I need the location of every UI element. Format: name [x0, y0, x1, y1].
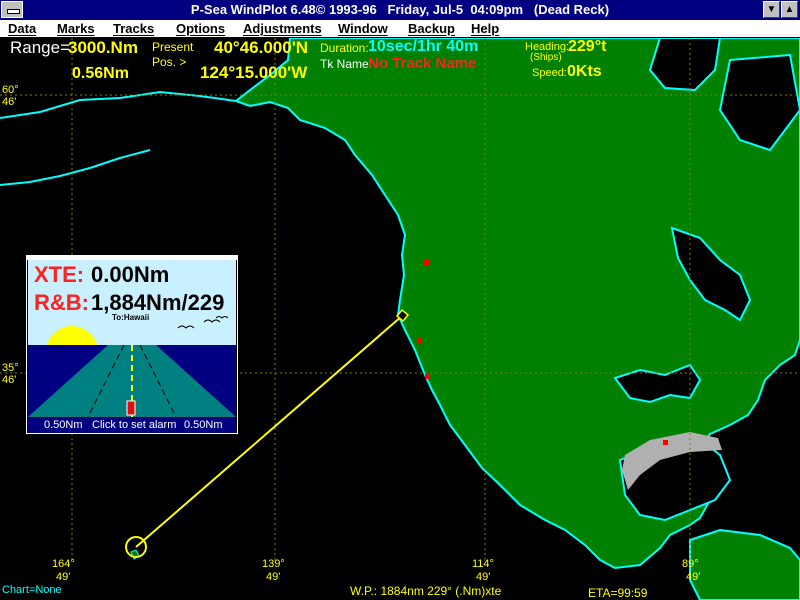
menu-help[interactable]: Help	[471, 21, 499, 36]
sun-icon	[46, 326, 98, 345]
xte-label: XTE:	[34, 262, 85, 287]
menu-tracks[interactable]: Tracks	[113, 21, 154, 36]
duration-value[interactable]: 10sec/1hr 40m	[368, 38, 478, 56]
xte-value: 0.00Nm	[91, 262, 170, 287]
xte-sky: XTE: 0.00Nm R&B: 1,884Nm/229 To:Hawaii	[28, 260, 236, 345]
range-label: Range=	[10, 38, 71, 57]
waypoint-status: W.P.: 1884nm 229° (.Nm)xte	[350, 584, 502, 598]
menu-window[interactable]: Window	[338, 21, 388, 36]
lon-label-114-min: 49'	[476, 571, 491, 583]
menu-adjustments[interactable]: Adjustments	[243, 21, 322, 36]
destination-label: To:Hawaii	[112, 313, 150, 322]
eta-status: ETA=99:59	[588, 586, 648, 600]
heading-value: 229°t	[568, 38, 607, 55]
title-bar: P-Sea WindPlot 6.48© 1993-96 Friday, Jul…	[0, 0, 800, 20]
coast-marker	[425, 374, 430, 379]
minimize-button[interactable]: ▼	[763, 1, 780, 18]
track-name-value[interactable]: No Track Name	[368, 55, 476, 72]
lon-label-89: 89°	[682, 558, 699, 570]
coast-marker	[417, 338, 422, 343]
menu-marks[interactable]: Marks	[57, 21, 95, 36]
duration-label: Duration:	[320, 41, 369, 55]
track-name-label: Tk Name:	[320, 57, 373, 71]
bird-icon	[203, 319, 221, 323]
latitude-value: 40°46.000'N	[214, 38, 309, 57]
chart-status: Chart=None	[2, 584, 62, 596]
lon-label-89-min: 49'	[686, 571, 701, 583]
xte-panel[interactable]: XTE: 0.00Nm R&B: 1,884Nm/229 To:Hawaii 0…	[26, 255, 238, 434]
position-label: Pos. >	[152, 55, 187, 69]
menu-bar: Data Marks Tracks Options Adjustments Wi…	[0, 20, 800, 38]
menu-data[interactable]: Data	[8, 21, 36, 36]
xte-right-scale: 0.50Nm	[184, 419, 223, 431]
xte-footer[interactable]: 0.50Nm Click to set alarm 0.50Nm	[28, 418, 236, 433]
range-value[interactable]: 3000.Nm	[68, 38, 138, 58]
scale-value: 0.56Nm	[72, 65, 129, 82]
longitude-value: 124°15.000'W	[200, 63, 308, 82]
menu-backup[interactable]: Backup	[408, 21, 455, 36]
lon-label-114: 114°	[472, 558, 494, 570]
maximize-button[interactable]: ▲	[781, 1, 798, 18]
lat-label-35: 35°	[2, 362, 19, 374]
set-alarm-link[interactable]: Click to set alarm	[92, 419, 176, 431]
rb-value: 1,884Nm/229	[91, 290, 225, 315]
speed-value: 0Kts	[567, 63, 602, 80]
rb-label: R&B:	[34, 290, 89, 315]
lon-label-164-min: 49'	[56, 571, 71, 583]
coast-marker	[424, 260, 429, 265]
present-label: Present	[152, 40, 194, 54]
heading-sub-label: (Ships)	[530, 52, 562, 63]
bird-icon	[177, 325, 195, 329]
lat-label-35-min: 46'	[2, 374, 17, 386]
xte-road-view	[28, 345, 236, 417]
lon-label-139: 139°	[262, 558, 285, 570]
coast-marker	[663, 440, 668, 445]
menu-options[interactable]: Options	[176, 21, 225, 36]
lat-label-60-min: 46'	[2, 96, 17, 108]
lon-label-139-min: 49'	[266, 571, 281, 583]
lat-label-60: 60°	[2, 84, 19, 96]
lon-label-164: 164°	[52, 558, 75, 570]
xte-left-scale: 0.50Nm	[44, 419, 83, 431]
speed-label: Speed:	[532, 67, 567, 79]
window-title: P-Sea WindPlot 6.48© 1993-96 Friday, Jul…	[190, 2, 610, 17]
boat-marker-icon	[126, 400, 136, 416]
bird-icon	[215, 316, 229, 319]
